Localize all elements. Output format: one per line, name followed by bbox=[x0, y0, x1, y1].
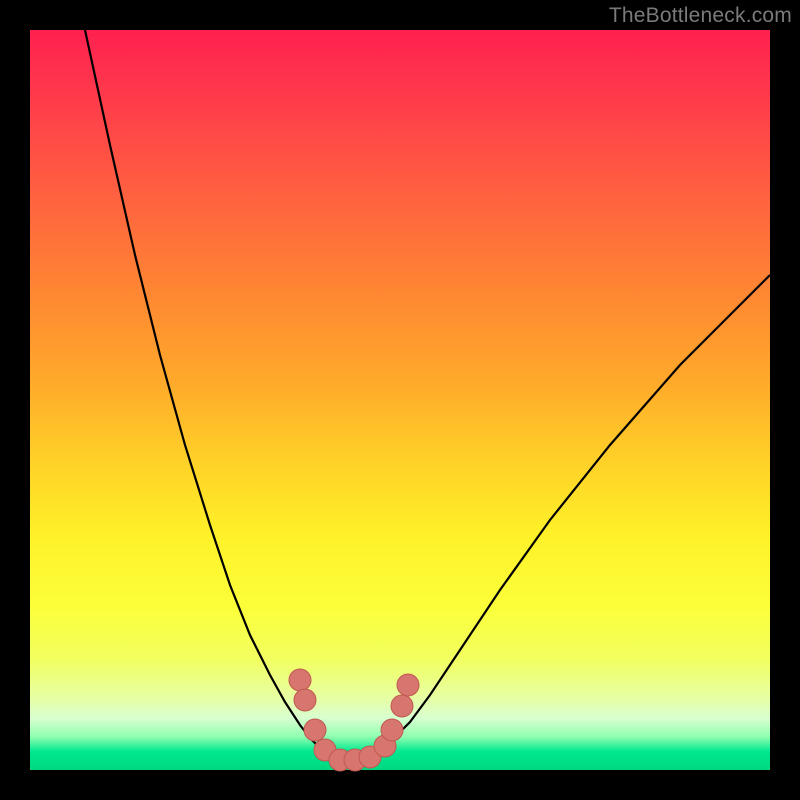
valley-marker bbox=[304, 719, 326, 741]
valley-markers-group bbox=[289, 669, 419, 771]
valley-marker bbox=[397, 674, 419, 696]
outer-frame: TheBottleneck.com bbox=[0, 0, 800, 800]
valley-marker bbox=[391, 695, 413, 717]
valley-marker bbox=[381, 719, 403, 741]
watermark-label: TheBottleneck.com bbox=[609, 4, 792, 28]
valley-marker bbox=[289, 669, 311, 691]
plot-area bbox=[30, 30, 770, 770]
bottleneck-curve-left bbox=[85, 30, 350, 761]
chart-svg bbox=[30, 30, 770, 770]
valley-marker bbox=[294, 689, 316, 711]
